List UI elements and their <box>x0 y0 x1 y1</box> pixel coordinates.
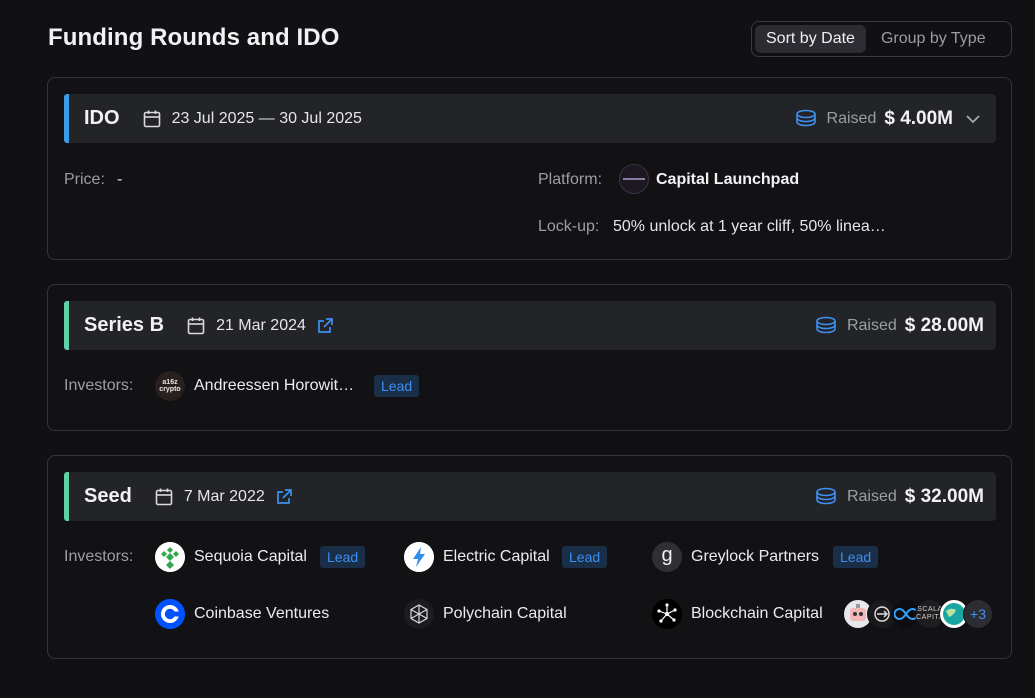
investor-name[interactable]: Coinbase Ventures <box>194 605 329 623</box>
calendar-icon <box>154 487 174 507</box>
investors-label: Investors: <box>64 548 134 565</box>
greylock-logo-text: g <box>661 544 673 566</box>
coins-icon <box>794 109 818 129</box>
seed-accent-bar <box>64 472 69 521</box>
seed-round-header: Seed 7 Mar 2022 Raised $ 32.00M <box>64 472 996 521</box>
round-name: Series B <box>84 314 165 336</box>
coinbase-icon <box>155 599 185 629</box>
raised-label: Raised <box>846 487 897 505</box>
bolt-icon <box>404 542 434 572</box>
group-by-type-button[interactable]: Group by Type <box>870 25 997 53</box>
page-title: Funding Rounds and IDO <box>48 24 340 51</box>
price-value: - <box>117 171 123 188</box>
calendar-icon <box>142 109 162 129</box>
seed-round-card: Seed 7 Mar 2022 Raised $ 32.00M Investor… <box>47 455 1012 659</box>
lead-badge: Lead <box>320 546 366 568</box>
sequoia-icon <box>155 542 185 572</box>
coins-icon <box>814 316 838 336</box>
external-link-icon[interactable] <box>316 317 334 335</box>
more-count-text: +3 <box>970 606 986 622</box>
ido-round-card: IDO 23 Jul 2025 — 30 Jul 2025 Raised $ 4… <box>47 77 1012 260</box>
round-name: IDO <box>84 107 120 129</box>
lead-badge: Lead <box>562 546 608 568</box>
raised-value: $ 32.00M <box>904 485 984 507</box>
lead-badge: Lead <box>833 546 879 568</box>
external-link-icon[interactable] <box>275 488 293 506</box>
calendar-icon <box>186 316 206 336</box>
ido-round-header[interactable]: IDO 23 Jul 2025 — 30 Jul 2025 Raised $ 4… <box>64 94 996 143</box>
raised-amount: Raised $ 4.00M <box>794 108 996 130</box>
lockup-value: 50% unlock at 1 year cliff, 50% linea… <box>613 218 886 235</box>
a16z-crypto-logo-icon: a16z crypto <box>155 371 185 401</box>
round-name: Seed <box>84 485 132 507</box>
platform-label: Platform: <box>538 171 603 188</box>
series-b-round-card: Series B 21 Mar 2024 Raised $ 28.00M Inv… <box>47 284 1012 431</box>
investor-name[interactable]: Greylock Partners <box>691 548 819 566</box>
a16z-logo-text: a16z crypto <box>159 379 181 393</box>
raised-amount: Raised $ 28.00M <box>814 315 996 337</box>
investor-name[interactable]: Blockchain Capital <box>691 605 823 623</box>
capital-launchpad-logo-icon <box>619 164 649 194</box>
price-label: Price: <box>64 171 105 188</box>
greylock-icon: g <box>652 542 682 572</box>
raised-value: $ 28.00M <box>904 314 984 336</box>
chevron-down-icon[interactable] <box>964 110 982 128</box>
more-investors-count[interactable]: +3 <box>963 599 993 629</box>
investor-name[interactable]: Polychain Capital <box>443 605 567 623</box>
investor-name[interactable]: Andreessen Horowit… <box>194 377 354 395</box>
round-date: 23 Jul 2025 — 30 Jul 2025 <box>171 109 362 127</box>
raised-value: $ 4.00M <box>884 107 953 129</box>
investors-label: Investors: <box>64 377 134 394</box>
coins-icon <box>814 487 838 507</box>
series-b-accent-bar <box>64 301 69 350</box>
investor-name[interactable]: Electric Capital <box>443 548 550 566</box>
investor-name[interactable]: Sequoia Capital <box>194 548 307 566</box>
platform-value[interactable]: Capital Launchpad <box>656 171 799 189</box>
blockchain-capital-icon <box>652 599 682 629</box>
view-toggle: Sort by Date Group by Type <box>751 21 1012 57</box>
raised-amount: Raised $ 32.00M <box>814 486 996 508</box>
lockup-label: Lock-up: <box>538 218 600 235</box>
sort-by-date-button[interactable]: Sort by Date <box>755 25 866 53</box>
round-date: 7 Mar 2022 <box>183 487 265 505</box>
polychain-icon <box>404 599 434 629</box>
raised-label: Raised <box>846 316 897 334</box>
lead-badge: Lead <box>374 375 420 397</box>
ido-accent-bar <box>64 94 69 143</box>
round-date: 21 Mar 2024 <box>216 316 306 334</box>
raised-label: Raised <box>826 109 877 127</box>
series-b-round-header: Series B 21 Mar 2024 Raised $ 28.00M <box>64 301 996 350</box>
